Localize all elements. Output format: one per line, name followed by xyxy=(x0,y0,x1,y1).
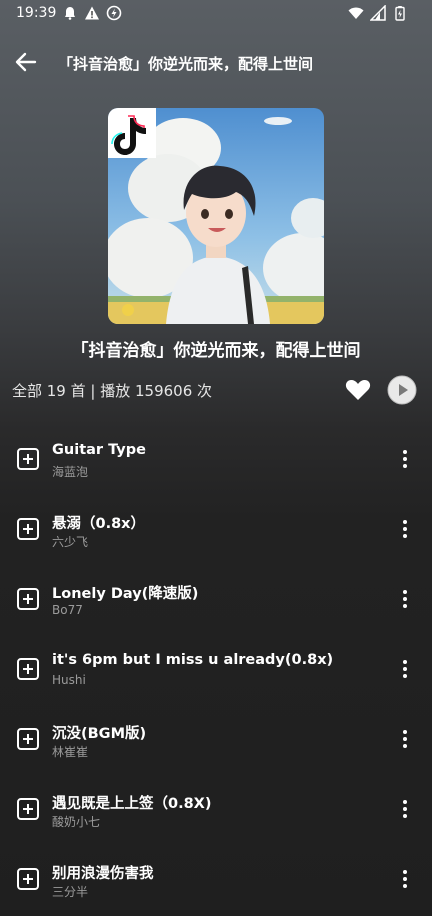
plus-square-icon[interactable] xyxy=(16,517,40,541)
song-title: 遇见既是上上签（0.8X) xyxy=(52,796,212,812)
more-vertical-icon[interactable] xyxy=(398,868,412,890)
status-time: 19:39 xyxy=(16,5,57,21)
song-title: Lonely Day(降速版) xyxy=(52,586,199,602)
more-vertical-icon[interactable] xyxy=(398,448,412,470)
wifi-icon xyxy=(348,7,364,19)
song-row[interactable]: it's 6pm but I miss u already(0.8x) Hush… xyxy=(0,632,432,702)
page-title: 「抖音治愈」你逆光而来，配得上世间 xyxy=(58,55,314,73)
plus-square-icon[interactable] xyxy=(16,587,40,611)
playlist-cover-image[interactable] xyxy=(108,108,324,324)
song-title: it's 6pm but I miss u already(0.8x) xyxy=(52,652,334,668)
song-title: 悬溺（0.8x） xyxy=(52,516,146,532)
plus-square-icon[interactable] xyxy=(16,727,40,751)
song-row[interactable]: 别用浪漫伤害我 三分半 xyxy=(0,842,432,912)
song-row[interactable]: Lonely Day(降速版) Bo77 xyxy=(0,562,432,632)
play-circle-icon[interactable] xyxy=(387,375,417,405)
song-row[interactable]: 悬溺（0.8x） 六少飞 xyxy=(0,492,432,562)
song-artist: 林崔崔 xyxy=(52,745,89,759)
song-row[interactable]: 沉没(BGM版) 林崔崔 xyxy=(0,702,432,772)
song-artist: Bo77 xyxy=(52,603,83,617)
song-title: 别用浪漫伤害我 xyxy=(52,866,154,882)
song-artist: 酸奶小七 xyxy=(52,815,101,829)
playlist-title: 「抖音治愈」你逆光而来，配得上世间 xyxy=(71,341,361,361)
plus-square-icon[interactable] xyxy=(16,447,40,471)
more-vertical-icon[interactable] xyxy=(398,588,412,610)
plus-square-icon[interactable] xyxy=(16,797,40,821)
arrow-left-icon[interactable] xyxy=(12,48,40,76)
signal-icon xyxy=(370,5,386,21)
power-saver-icon xyxy=(106,5,122,21)
playlist-stats: 全部 19 首 | 播放 159606 次 xyxy=(12,382,213,400)
song-row[interactable]: 遇见既是上上签（0.8X) 酸奶小七 xyxy=(0,772,432,842)
song-artist: 六少飞 xyxy=(52,535,89,549)
heart-icon[interactable] xyxy=(344,376,372,404)
top-app-bar: 「抖音治愈」你逆光而来，配得上世间 xyxy=(0,40,432,86)
more-vertical-icon[interactable] xyxy=(398,518,412,540)
song-row[interactable]: Guitar Type 海蓝泡 xyxy=(0,422,432,492)
song-artist: 海蓝泡 xyxy=(52,465,89,479)
plus-square-icon[interactable] xyxy=(16,657,40,681)
more-vertical-icon[interactable] xyxy=(398,798,412,820)
song-title: 沉没(BGM版) xyxy=(52,726,147,742)
battery-icon xyxy=(395,6,405,21)
more-vertical-icon[interactable] xyxy=(398,658,412,680)
song-title: Guitar Type xyxy=(52,442,146,458)
song-artist: 三分半 xyxy=(52,885,89,899)
notification-bell-icon xyxy=(65,7,75,20)
warning-icon xyxy=(85,6,99,20)
more-vertical-icon[interactable] xyxy=(398,728,412,750)
status-bar: 19:39 xyxy=(0,0,432,28)
plus-square-icon[interactable] xyxy=(16,867,40,891)
song-artist: Hushi xyxy=(52,673,86,687)
cover-illustration xyxy=(108,108,324,324)
